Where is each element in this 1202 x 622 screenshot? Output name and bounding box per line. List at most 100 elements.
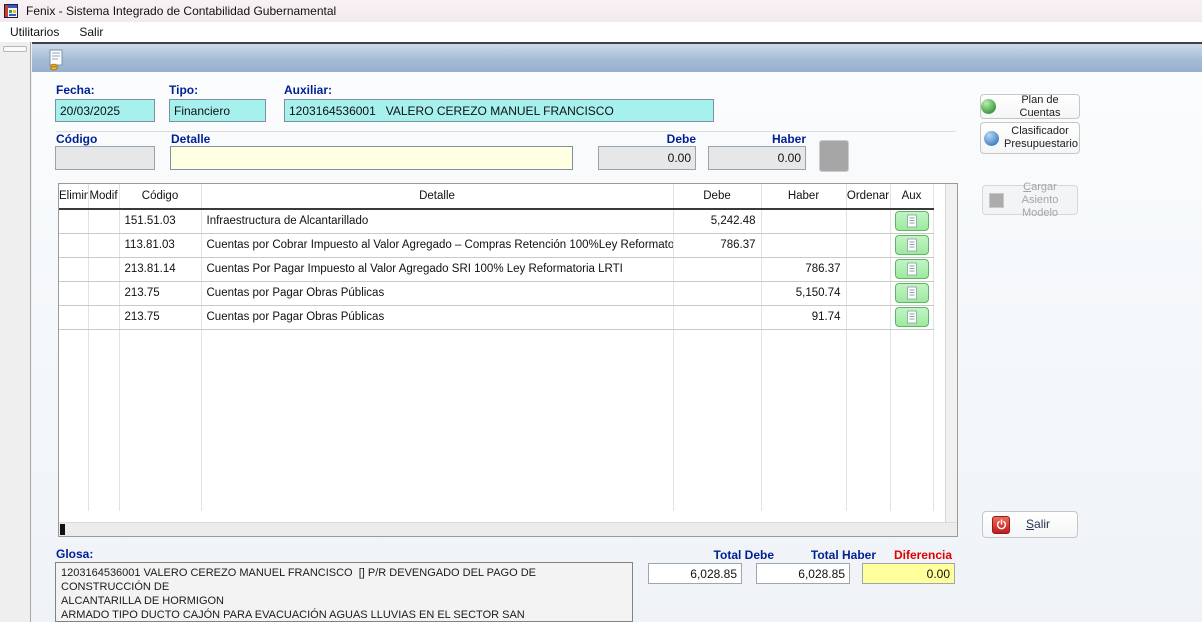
cell-haber[interactable]: 786.37: [761, 257, 846, 281]
cell-elimin[interactable]: [59, 257, 88, 281]
salir-button[interactable]: Salir: [982, 511, 1078, 538]
auxiliar-label: Auxiliar:: [284, 83, 332, 97]
cell-codigo[interactable]: [119, 329, 201, 511]
aux-button[interactable]: [895, 307, 929, 327]
table-row[interactable]: 151.51.03 Infraestructura de Alcantarill…: [59, 209, 933, 233]
entries-table: Elimin Modif Código Detalle Debe Haber O…: [59, 184, 934, 511]
table-row[interactable]: 113.81.03 Cuentas por Cobrar Impuesto al…: [59, 233, 933, 257]
cell-haber[interactable]: [761, 209, 846, 233]
codigo-input[interactable]: [55, 146, 155, 170]
cell-debe[interactable]: 5,242.48: [673, 209, 761, 233]
detalle-input[interactable]: [170, 146, 573, 170]
cell-ordenar[interactable]: [846, 281, 890, 305]
cell-detalle[interactable]: Cuentas por Pagar Obras Públicas: [201, 281, 673, 305]
cell-haber[interactable]: 5,150.74: [761, 281, 846, 305]
cell-codigo[interactable]: 213.75: [119, 305, 201, 329]
scrollbar-thumb[interactable]: [60, 524, 65, 535]
cell-detalle[interactable]: Cuentas por Pagar Obras Públicas: [201, 305, 673, 329]
fecha-input[interactable]: 20/03/2025: [55, 99, 155, 122]
blue-sphere-icon: [984, 131, 999, 146]
glosa-textarea[interactable]: 1203164536001 VALERO CEREZO MANUEL FRANC…: [55, 562, 633, 622]
document-icon: [906, 286, 918, 300]
app-window: Fenix - Sistema Integrado de Contabilida…: [0, 0, 1202, 622]
cell-modif[interactable]: [88, 233, 119, 257]
cell-detalle[interactable]: Infraestructura de Alcantarillado: [201, 209, 673, 233]
header-debe: Debe: [673, 184, 761, 209]
menu-salir[interactable]: Salir: [69, 22, 113, 42]
cell-haber[interactable]: [761, 233, 846, 257]
cell-ordenar[interactable]: [846, 257, 890, 281]
cell-elimin[interactable]: [59, 209, 88, 233]
cell-codigo[interactable]: 113.81.03: [119, 233, 201, 257]
cell-ordenar[interactable]: [846, 233, 890, 257]
cell-codigo[interactable]: 151.51.03: [119, 209, 201, 233]
cell-haber[interactable]: 91.74: [761, 305, 846, 329]
cell-detalle[interactable]: Cuentas Por Pagar Impuesto al Valor Agre…: [201, 257, 673, 281]
grid-horizontal-scrollbar[interactable]: [59, 522, 957, 536]
splitter-grip[interactable]: [3, 46, 27, 52]
main-area: Fecha: 20/03/2025 Tipo: Financiero Auxil…: [32, 42, 1202, 622]
cell-ordenar[interactable]: [846, 305, 890, 329]
total-debe-value: 6,028.85: [648, 563, 742, 584]
grid-vertical-scrollbar[interactable]: [945, 184, 957, 522]
table-row[interactable]: 213.81.14 Cuentas Por Pagar Impuesto al …: [59, 257, 933, 281]
cell-detalle[interactable]: [201, 329, 673, 511]
toolbar: [32, 42, 1202, 72]
cell-aux: [890, 305, 933, 329]
entries-grid: Elimin Modif Código Detalle Debe Haber O…: [58, 183, 958, 537]
app-icon: [4, 4, 20, 19]
fecha-label: Fecha:: [56, 83, 95, 97]
green-sphere-icon: [981, 99, 996, 114]
cell-modif[interactable]: [88, 305, 119, 329]
cell-modif[interactable]: [88, 209, 119, 233]
glosa-label: Glosa:: [56, 547, 93, 561]
cell-detalle[interactable]: Cuentas por Cobrar Impuesto al Valor Agr…: [201, 233, 673, 257]
cell-debe[interactable]: [673, 305, 761, 329]
aux-button[interactable]: [895, 211, 929, 231]
cell-modif[interactable]: [88, 281, 119, 305]
cell-elimin[interactable]: [59, 329, 88, 511]
plan-de-cuentas-label: Plan de Cuentas: [1001, 94, 1079, 120]
cell-ordenar[interactable]: [846, 329, 890, 511]
cell-debe[interactable]: [673, 257, 761, 281]
header-codigo: Código: [119, 184, 201, 209]
table-row[interactable]: 213.75 Cuentas por Pagar Obras Públicas …: [59, 281, 933, 305]
cell-modif[interactable]: [88, 257, 119, 281]
cell-ordenar[interactable]: [846, 209, 890, 233]
plan-de-cuentas-button[interactable]: Plan de Cuentas: [980, 94, 1080, 119]
cell-debe[interactable]: [673, 281, 761, 305]
cell-elimin[interactable]: [59, 305, 88, 329]
aux-button[interactable]: [895, 259, 929, 279]
debe-label: Debe: [598, 132, 696, 146]
table-row: [59, 329, 933, 511]
document-icon: [906, 310, 918, 324]
aux-button[interactable]: [895, 283, 929, 303]
cell-elimin[interactable]: [59, 233, 88, 257]
add-row-button[interactable]: [819, 140, 849, 172]
aux-button[interactable]: [895, 235, 929, 255]
cell-codigo[interactable]: 213.75: [119, 281, 201, 305]
cell-modif[interactable]: [88, 329, 119, 511]
clasificador-presupuestario-button[interactable]: Clasificador Presupuestario: [980, 122, 1080, 154]
cell-debe[interactable]: 786.37: [673, 233, 761, 257]
cell-aux: [890, 281, 933, 305]
window-title: Fenix - Sistema Integrado de Contabilida…: [26, 4, 336, 18]
document-icon: [906, 238, 918, 252]
gray-square-icon: [989, 193, 1004, 208]
debe-input[interactable]: 0.00: [598, 146, 696, 170]
auxiliar-input[interactable]: 1203164536001 VALERO CEREZO MANUEL FRANC…: [284, 99, 714, 122]
menu-utilitarios[interactable]: Utilitarios: [0, 22, 69, 42]
cargar-asiento-modelo-button[interactable]: Cargar Asiento Modelo: [982, 185, 1078, 215]
cell-codigo[interactable]: 213.81.14: [119, 257, 201, 281]
new-entry-button[interactable]: [44, 48, 68, 72]
tipo-input[interactable]: Financiero: [169, 99, 266, 122]
cell-haber[interactable]: [761, 329, 846, 511]
cell-elimin[interactable]: [59, 281, 88, 305]
header-haber: Haber: [761, 184, 846, 209]
title-bar: Fenix - Sistema Integrado de Contabilida…: [0, 0, 1202, 22]
table-row[interactable]: 213.75 Cuentas por Pagar Obras Públicas …: [59, 305, 933, 329]
header-ordenar: Ordenar: [846, 184, 890, 209]
haber-input[interactable]: 0.00: [708, 146, 806, 170]
clasificador-label: Clasificador Presupuestario: [1004, 125, 1076, 151]
cell-debe[interactable]: [673, 329, 761, 511]
